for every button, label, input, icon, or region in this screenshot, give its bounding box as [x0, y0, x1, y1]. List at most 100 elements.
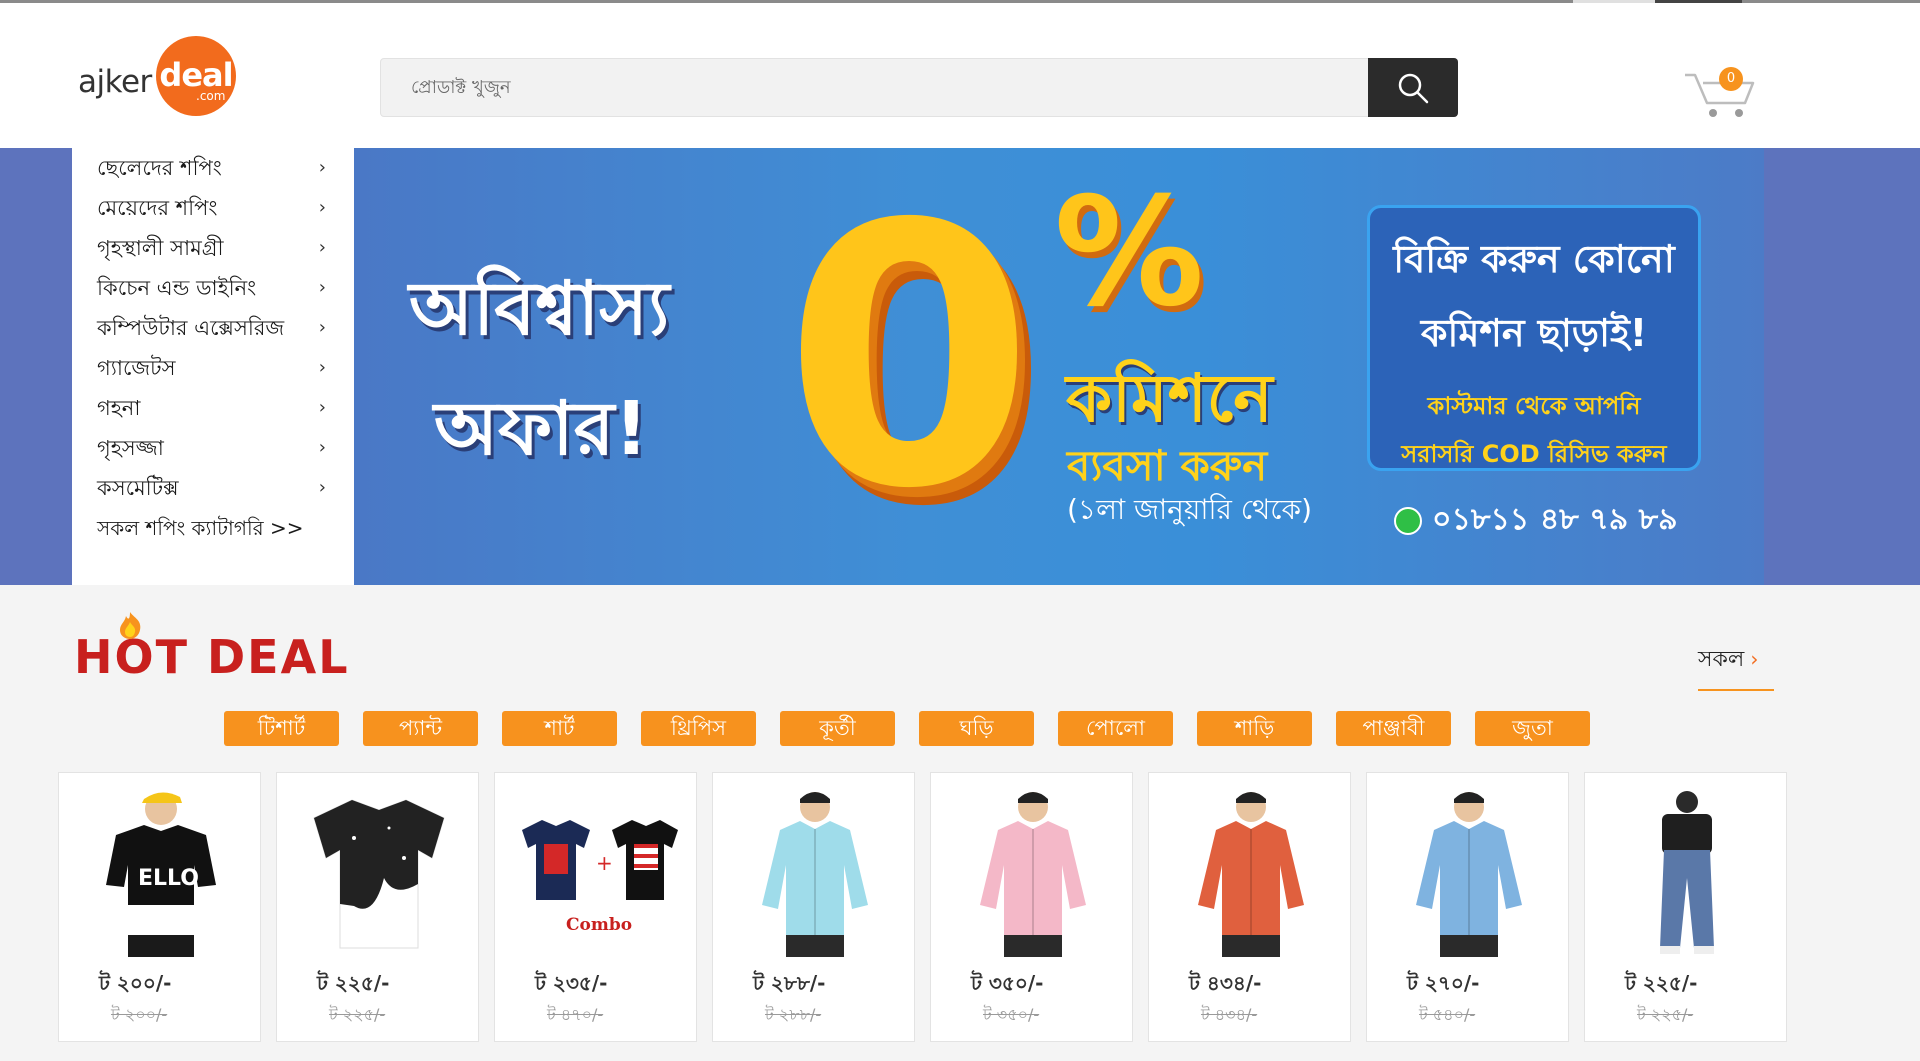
- category-tab[interactable]: প্যান্ট: [363, 711, 478, 746]
- product-image-frame: ELLO: [74, 781, 247, 964]
- category-tab[interactable]: পোলো: [1058, 711, 1173, 746]
- category-tab[interactable]: পাঞ্জাবী: [1336, 711, 1451, 746]
- banner-headline-2: অফার!: [434, 386, 649, 472]
- search-bar: [380, 58, 1458, 117]
- product-old-price: ট ২২৫/-: [329, 1005, 386, 1024]
- product-card[interactable]: ট ২৭০/- ট ৫৪০/-: [1366, 772, 1569, 1042]
- product-list: ELLO ট ২০০/- ট ২০০/- ট ২২৫/- ট ২২৫/- + Combo ট …: [58, 772, 1787, 1042]
- category-menu-item[interactable]: গৃহস্থালী সামগ্রী ›: [72, 228, 354, 268]
- category-menu-label: গহনা: [97, 396, 141, 420]
- category-menu-label: কসমেটিক্স: [97, 476, 179, 500]
- category-tab[interactable]: থ্রিপিস: [641, 711, 756, 746]
- product-image: [761, 792, 868, 957]
- product-image-frame: [946, 781, 1119, 964]
- category-menu-label: গৃহসজ্জা: [97, 436, 164, 460]
- promo-banner[interactable]: অবিশ্বাস্য অফার! 0 % কমিশনে ব্যবসা করুন …: [354, 148, 1764, 585]
- all-categories-link[interactable]: সকল শপিং ক্যাটাগরি >>: [72, 508, 354, 548]
- search-input[interactable]: [381, 59, 1368, 116]
- svg-text:ELLO: ELLO: [138, 866, 199, 891]
- search-icon: [1398, 73, 1429, 103]
- product-price: ট ২৭০/-: [1407, 971, 1480, 995]
- site-header: ajker deal .com 0: [0, 3, 1920, 148]
- category-menu-label: গৃহস্থালী সামগ্রী: [97, 236, 224, 260]
- category-menu-label: ছেলেদের শপিং: [97, 156, 222, 180]
- chevron-right-icon: ›: [1750, 647, 1759, 671]
- category-menu-label: মেয়েদের শপিং: [97, 196, 218, 220]
- chevron-right-icon: ›: [318, 317, 326, 338]
- info-box-line-1: বিক্রি করুন কোনো: [1393, 237, 1675, 281]
- category-menu-label: কিচেন এন্ড ডাইনিং: [97, 276, 257, 300]
- cart-button[interactable]: 0: [1683, 63, 1757, 123]
- chevron-right-icon: ›: [318, 477, 326, 498]
- product-image: + Combo: [522, 819, 678, 935]
- product-image-frame: [1600, 781, 1773, 964]
- category-tab[interactable]: শার্ট: [502, 711, 617, 746]
- product-old-price: ট ২৮৮/-: [765, 1005, 822, 1024]
- chevron-right-icon: ›: [318, 237, 326, 258]
- product-card[interactable]: ট ৪৩৪/- ট ৪৩৪/-: [1148, 772, 1351, 1042]
- product-price: ট ২৩৫/-: [535, 971, 608, 995]
- chevron-right-icon: ›: [318, 277, 326, 298]
- category-menu: ছেলেদের শপিং › মেয়েদের শপিং › গৃহস্থালী সাম…: [72, 148, 354, 585]
- product-card[interactable]: ELLO ট ২০০/- ট ২০০/-: [58, 772, 261, 1042]
- product-price: ট ২০০/-: [99, 971, 172, 995]
- product-old-price: ট ২০০/-: [111, 1005, 168, 1024]
- product-image-frame: [728, 781, 901, 964]
- whatsapp-icon: [1394, 506, 1422, 535]
- product-price: ট ৪৩৪/-: [1189, 971, 1262, 995]
- site-logo[interactable]: ajker deal .com: [78, 36, 250, 124]
- phone-number: ০১৮১১ ৪৮ ৭৯ ৮৯: [1432, 502, 1678, 537]
- banner-phone: ০১৮১১ ৪৮ ৭৯ ৮৯: [1394, 495, 1678, 546]
- chevron-right-icon: ›: [318, 437, 326, 458]
- info-box-line-2: কমিশন ছাড়াই!: [1420, 311, 1648, 355]
- logo-ajker-text: ajker: [78, 64, 152, 100]
- search-button[interactable]: [1368, 58, 1458, 117]
- banner-headline-1: অবিশ্বাস্য: [409, 266, 670, 352]
- see-all-link[interactable]: সকল ›: [1698, 642, 1774, 691]
- product-price: ট ২৮৮/-: [753, 971, 826, 995]
- category-menu-item[interactable]: কিচেন এন্ড ডাইনিং ›: [72, 268, 354, 308]
- product-card[interactable]: ট ২২৫/- ট ২২৫/-: [1584, 772, 1787, 1042]
- product-price: ট ২২৫/-: [1625, 971, 1698, 995]
- banner-info-box: বিক্রি করুন কোনো কমিশন ছাড়াই! কাস্টমার …: [1367, 205, 1701, 471]
- product-price: ট ৩৫০/-: [971, 971, 1044, 995]
- flame-icon: [120, 612, 141, 639]
- category-tab[interactable]: শাড়ি: [1197, 711, 1312, 746]
- product-old-price: ট ২২৫/-: [1637, 1005, 1694, 1024]
- category-menu-item[interactable]: মেয়েদের শপিং ›: [72, 188, 354, 228]
- product-old-price: ট ৩৫০/-: [983, 1005, 1040, 1024]
- category-menu-item[interactable]: ছেলেদের শপিং ›: [72, 148, 354, 188]
- product-image-frame: [1382, 781, 1555, 964]
- svg-text:+: +: [596, 851, 613, 875]
- product-card[interactable]: ট ২২৫/- ট ২২৫/-: [276, 772, 479, 1042]
- category-tab[interactable]: টিশার্ট: [224, 711, 339, 746]
- product-image: [979, 792, 1086, 957]
- banner-percent: %: [1054, 166, 1205, 340]
- category-tabs: টিশার্ট প্যান্ট শার্ট থ্রিপিস কূর্তী ঘড়ি পোলো…: [224, 711, 1590, 746]
- product-image: [1659, 790, 1714, 954]
- banner-date-text: (১লা জানুয়ারি থেকে): [1067, 493, 1313, 526]
- category-menu-item[interactable]: কম্পিউটার এক্সেসরিজ ›: [72, 308, 354, 348]
- hot-deal-heading: HOT DEAL: [74, 612, 350, 684]
- category-menu-item[interactable]: গহনা ›: [72, 388, 354, 428]
- chevron-right-icon: ›: [318, 357, 326, 378]
- product-image: [1197, 792, 1304, 957]
- chevron-right-icon: ›: [318, 157, 326, 178]
- cart-count-badge: 0: [1719, 67, 1743, 91]
- category-tab[interactable]: জুতা: [1475, 711, 1590, 746]
- product-image-frame: [1164, 781, 1337, 964]
- category-tab[interactable]: ঘড়ি: [919, 711, 1034, 746]
- product-card[interactable]: ট ২৮৮/- ট ২৮৮/-: [712, 772, 915, 1042]
- banner-zero: 0: [783, 148, 1035, 567]
- chevron-right-icon: ›: [318, 197, 326, 218]
- category-menu-item[interactable]: গৃহসজ্জা ›: [72, 428, 354, 468]
- product-image: ELLO: [105, 792, 216, 957]
- product-image-frame: [292, 781, 465, 964]
- category-menu-item[interactable]: কসমেটিক্স ›: [72, 468, 354, 508]
- product-card[interactable]: ট ৩৫০/- ট ৩৫০/-: [930, 772, 1133, 1042]
- category-tab[interactable]: কূর্তী: [780, 711, 895, 746]
- info-box-line-4: সরাসরি COD রিসিভ করুন: [1401, 440, 1667, 468]
- product-card[interactable]: + Combo ট ২৩৫/- ট ৪৭০/-: [494, 772, 697, 1042]
- info-box-line-3: কাস্টমার থেকে আপনি: [1427, 392, 1641, 420]
- category-menu-item[interactable]: গ্যাজেটস ›: [72, 348, 354, 388]
